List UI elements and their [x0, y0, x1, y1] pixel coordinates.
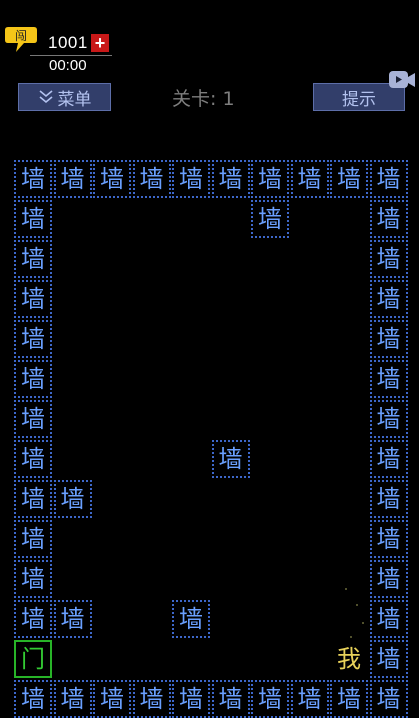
wall-tile: 墙 — [14, 360, 52, 398]
trail-speck — [362, 622, 364, 624]
wall-tile: 墙 — [14, 200, 52, 238]
wall-tile: 墙 — [53, 600, 92, 638]
wall-tile: 墙 — [251, 160, 289, 198]
wall-tile: 墙 — [14, 480, 52, 518]
wall-tile: 墙 — [369, 680, 408, 718]
wall-tile: 墙 — [369, 440, 408, 478]
wall-tile: 墙 — [14, 440, 52, 478]
wall-tile: 墙 — [14, 600, 52, 638]
wall-tile: 墙 — [53, 480, 92, 518]
wall-tile: 墙 — [93, 680, 131, 718]
wall-tile: 墙 — [369, 560, 408, 598]
player-tile[interactable]: 我 — [330, 640, 368, 678]
wall-tile: 墙 — [14, 680, 52, 718]
trail-speck — [350, 636, 352, 638]
trail-speck — [345, 588, 347, 590]
wall-tile: 墙 — [251, 200, 289, 238]
wall-tile: 墙 — [14, 560, 52, 598]
wall-tile: 墙 — [330, 680, 368, 718]
wall-tile: 墙 — [369, 600, 408, 638]
wall-tile: 墙 — [14, 320, 52, 358]
wall-tile: 墙 — [93, 160, 131, 198]
wall-tile: 墙 — [14, 400, 52, 438]
wall-tile: 墙 — [251, 680, 289, 718]
wall-tile: 墙 — [14, 240, 52, 278]
wall-tile: 墙 — [369, 160, 408, 198]
wall-tile: 墙 — [369, 640, 408, 678]
wall-tile: 墙 — [211, 440, 250, 478]
wall-tile: 墙 — [211, 680, 250, 718]
wall-tile: 墙 — [369, 320, 408, 358]
wall-tile: 墙 — [369, 400, 408, 438]
wall-tile: 墙 — [211, 160, 250, 198]
wall-tile: 墙 — [369, 280, 408, 318]
door-tile: 门 — [14, 640, 52, 678]
wall-tile: 墙 — [369, 240, 408, 278]
trail-speck — [356, 604, 358, 606]
wall-tile: 墙 — [369, 520, 408, 558]
wall-tile: 墙 — [132, 680, 171, 718]
wall-tile: 墙 — [369, 480, 408, 518]
game-board: 墙墙墙墙墙墙墙墙墙墙墙墙墙墙墙墙墙墙墙墙墙墙墙墙墙墙墙墙墙墙墙墙墙墙墙墙墙墙墙墙… — [0, 0, 419, 718]
wall-tile: 墙 — [290, 160, 329, 198]
wall-tile: 墙 — [330, 160, 368, 198]
wall-tile: 墙 — [290, 680, 329, 718]
wall-tile: 墙 — [172, 600, 210, 638]
wall-tile: 墙 — [172, 680, 210, 718]
wall-tile: 墙 — [369, 200, 408, 238]
wall-tile: 墙 — [14, 520, 52, 558]
wall-tile: 墙 — [14, 280, 52, 318]
wall-tile: 墙 — [172, 160, 210, 198]
wall-tile: 墙 — [14, 160, 52, 198]
wall-tile: 墙 — [53, 160, 92, 198]
wall-tile: 墙 — [132, 160, 171, 198]
wall-tile: 墙 — [369, 360, 408, 398]
wall-tile: 墙 — [53, 680, 92, 718]
